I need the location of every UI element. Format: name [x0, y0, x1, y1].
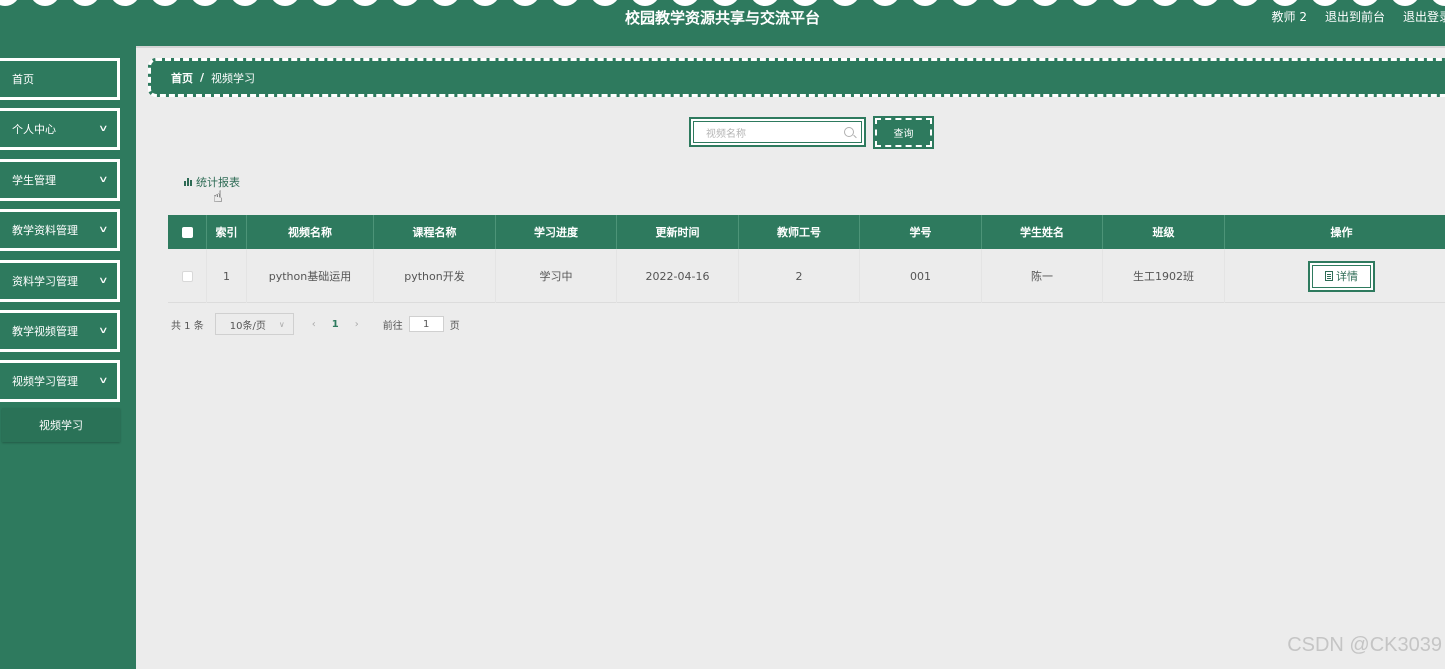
- sidebar-subitem-video-study[interactable]: 视频学习: [2, 408, 120, 442]
- header-scallop-decoration: [0, 0, 1445, 6]
- cell-updated: 2022-04-16: [617, 249, 739, 303]
- hand-cursor-icon: ☝: [213, 187, 223, 206]
- sidebar-item-video-study-management[interactable]: 视频学习管理 ∨: [0, 360, 120, 402]
- chevron-down-icon: ∨: [98, 276, 109, 286]
- page-number[interactable]: 1: [332, 319, 339, 330]
- cell-actions: 详情: [1225, 249, 1445, 303]
- goto-page-input[interactable]: [408, 316, 444, 332]
- row-select-cell: [168, 249, 207, 303]
- search-box: [689, 117, 866, 147]
- sidebar-item-personal-center[interactable]: 个人中心 ∨: [0, 108, 120, 150]
- column-header: 班级: [1103, 215, 1225, 249]
- sidebar-item-home[interactable]: 首页: [0, 58, 120, 100]
- cell-progress: 学习中: [496, 249, 617, 303]
- document-icon: [1325, 271, 1333, 281]
- detail-button[interactable]: 详情: [1308, 260, 1375, 292]
- sidebar-item-student-management[interactable]: 学生管理 ∨: [0, 159, 120, 201]
- sidebar: 首页 个人中心 ∨ 学生管理 ∨ 教学资料管理 ∨ 资料学习管理 ∨ 教学视频管…: [0, 46, 136, 669]
- sidebar-item-label: 教学资料管理: [12, 224, 78, 237]
- detail-button-label: 详情: [1336, 270, 1358, 283]
- sidebar-item-teaching-material-management[interactable]: 教学资料管理 ∨: [0, 209, 120, 251]
- column-header: 学号: [860, 215, 982, 249]
- column-header: 更新时间: [617, 215, 739, 249]
- select-all-checkbox[interactable]: [181, 226, 193, 238]
- column-header: 索引: [207, 215, 247, 249]
- logout-link[interactable]: 退出登录: [1403, 8, 1445, 25]
- bar-chart-icon: [184, 178, 192, 186]
- sidebar-item-label: 首页: [12, 73, 34, 86]
- column-header: 课程名称: [374, 215, 496, 249]
- chevron-down-icon: ∨: [98, 376, 109, 386]
- row-checkbox[interactable]: [181, 270, 193, 282]
- app-title: 校园教学资源共享与交流平台: [624, 9, 820, 27]
- watermark: CSDN @CK3039: [1287, 634, 1442, 656]
- breadcrumb-home[interactable]: 首页: [171, 70, 193, 86]
- cell-index: 1: [207, 249, 247, 303]
- page-size-select[interactable]: 10条/页 ∨: [214, 313, 294, 335]
- breadcrumb-current: 视频学习: [211, 71, 256, 85]
- next-page-button[interactable]: ›: [355, 319, 359, 330]
- chevron-down-icon: ∨: [98, 124, 109, 134]
- column-header: 学习进度: [496, 215, 617, 249]
- sidebar-item-label: 资料学习管理: [12, 275, 78, 288]
- top-header: 校园教学资源共享与交流平台 教师 2 退出到前台 退出登录: [0, 0, 1445, 46]
- pagination: 共 1 条 10条/页 ∨ ‹ 1 › 前往 页: [171, 313, 460, 335]
- cell-course-name: python开发: [374, 249, 496, 303]
- header-actions: 教师 2 退出到前台 退出登录: [1272, 8, 1445, 25]
- goto-label: 前往: [382, 320, 403, 332]
- table-row: 1 python基础运用 python开发 学习中 2022-04-16 2 0…: [168, 249, 1445, 303]
- column-header: 视频名称: [247, 215, 374, 249]
- prev-page-button[interactable]: ‹: [312, 319, 316, 330]
- chevron-down-icon: ∨: [98, 175, 109, 185]
- page-size-value: 10条/页: [229, 320, 266, 332]
- data-table: 索引 视频名称 课程名称 学习进度 更新时间 教师工号 学号 学生姓名 班级 操…: [168, 215, 1445, 303]
- sidebar-item-teaching-video-management[interactable]: 教学视频管理 ∨: [0, 310, 120, 352]
- column-header: 教师工号: [739, 215, 860, 249]
- cell-student-no: 001: [860, 249, 982, 303]
- table-header: 索引 视频名称 课程名称 学习进度 更新时间 教师工号 学号 学生姓名 班级 操…: [168, 215, 1445, 249]
- breadcrumb-separator: /: [200, 71, 205, 84]
- breadcrumb: 首页 / 视频学习: [148, 58, 1445, 97]
- search-icon: [844, 127, 854, 137]
- chevron-down-icon: ∨: [98, 225, 109, 235]
- sidebar-item-material-study-management[interactable]: 资料学习管理 ∨: [0, 260, 120, 302]
- page-suffix: 页: [449, 320, 460, 332]
- current-user: 教师 2: [1271, 10, 1307, 24]
- header-divider: [0, 46, 1445, 48]
- column-header: 操作: [1330, 226, 1353, 239]
- cell-class: 生工1902班: [1103, 249, 1225, 303]
- cell-video-name: python基础运用: [247, 249, 374, 303]
- search-input[interactable]: [694, 124, 861, 145]
- total-count: 共 1 条: [171, 320, 204, 332]
- sidebar-item-label: 个人中心: [12, 123, 56, 136]
- sidebar-item-label: 教学视频管理: [12, 325, 78, 338]
- sidebar-item-label: 视频学习管理: [12, 375, 78, 388]
- column-header: 学生姓名: [982, 215, 1103, 249]
- stats-report-link[interactable]: 统计报表: [184, 174, 240, 190]
- select-all-cell: [168, 215, 207, 249]
- cell-student-name: 陈一: [982, 249, 1103, 303]
- chevron-down-icon: ∨: [278, 319, 285, 329]
- back-to-front-link[interactable]: 退出到前台: [1325, 8, 1385, 25]
- query-button[interactable]: 查询: [873, 116, 934, 149]
- cell-teacher-no: 2: [739, 249, 860, 303]
- chevron-down-icon: ∨: [98, 326, 109, 336]
- sidebar-item-label: 学生管理: [12, 174, 56, 187]
